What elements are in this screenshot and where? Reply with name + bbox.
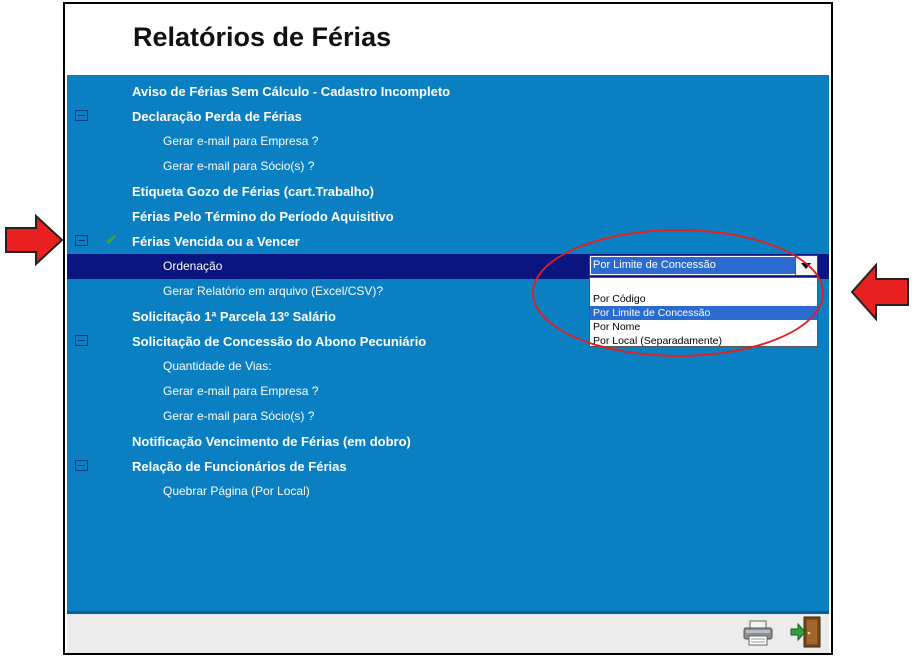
tree-row-label: Quebrar Página (Por Local) xyxy=(163,484,310,498)
footer-toolbar xyxy=(67,614,829,653)
annotation-arrow-left xyxy=(5,214,64,266)
collapse-toggle-icon[interactable] xyxy=(75,110,88,121)
tree-row-label: Solicitação 1ª Parcela 13º Salário xyxy=(132,309,336,324)
tree-row-label: Etiqueta Gozo de Férias (cart.Trabalho) xyxy=(132,184,374,199)
exit-door-icon[interactable] xyxy=(790,616,822,648)
tree-row-label: Gerar e-mail para Empresa ? xyxy=(163,384,319,398)
tree-option-row[interactable]: Quebrar Página (Por Local) xyxy=(67,479,829,504)
annotation-ellipse xyxy=(532,229,824,357)
tree-row-label: Gerar e-mail para Sócio(s) ? xyxy=(163,409,315,423)
tree-row-label: Relação de Funcionários de Férias xyxy=(132,459,347,474)
tree-option-row[interactable]: Gerar e-mail para Sócio(s) ? xyxy=(67,404,829,429)
tree-row-label: Quantidade de Vias: xyxy=(163,359,272,373)
tree-row-label: Ordenação xyxy=(163,259,223,273)
tree-row-label: Férias Vencida ou a Vencer xyxy=(132,234,300,249)
tree-row-label: Declaração Perda de Férias xyxy=(132,109,302,124)
tree-group-row[interactable]: Relação de Funcionários de Férias xyxy=(67,454,829,479)
tree-group-row[interactable]: Férias Pelo Término do Período Aquisitiv… xyxy=(67,204,829,229)
checkmark-icon: ✔ xyxy=(105,232,118,249)
tree-row-label: Gerar Relatório em arquivo (Excel/CSV)? xyxy=(163,284,384,298)
annotation-arrow-right xyxy=(850,262,909,322)
collapse-toggle-icon[interactable] xyxy=(75,235,88,246)
tree-row-label: Solicitação de Concessão do Abono Pecuni… xyxy=(132,334,427,349)
tree-option-row[interactable]: Gerar e-mail para Empresa ? xyxy=(67,379,829,404)
tree-group-row[interactable]: Notificação Vencimento de Férias (em dob… xyxy=(67,429,829,454)
tree-row-label: Gerar e-mail para Empresa ? xyxy=(163,134,319,148)
tree-row-label: Notificação Vencimento de Férias (em dob… xyxy=(132,434,411,449)
tree-group-row[interactable]: Etiqueta Gozo de Férias (cart.Trabalho) xyxy=(67,179,829,204)
tree-group-row[interactable]: Declaração Perda de Férias xyxy=(67,104,829,129)
tree-row-label: Aviso de Férias Sem Cálculo - Cadastro I… xyxy=(132,84,451,99)
collapse-toggle-icon[interactable] xyxy=(75,335,88,346)
printer-icon[interactable] xyxy=(742,620,774,646)
page-title: Relatórios de Férias xyxy=(133,22,392,52)
tree-row-label: Férias Pelo Término do Período Aquisitiv… xyxy=(132,209,394,224)
tree-row-label: Gerar e-mail para Sócio(s) ? xyxy=(163,159,315,173)
tree-option-row[interactable]: Gerar e-mail para Sócio(s) ? xyxy=(67,154,829,179)
collapse-toggle-icon[interactable] xyxy=(75,460,88,471)
tree-group-row[interactable]: Aviso de Férias Sem Cálculo - Cadastro I… xyxy=(67,79,829,104)
tree-option-row[interactable]: Gerar e-mail para Empresa ? xyxy=(67,129,829,154)
tree-option-row[interactable]: Quantidade de Vias: xyxy=(67,354,829,379)
